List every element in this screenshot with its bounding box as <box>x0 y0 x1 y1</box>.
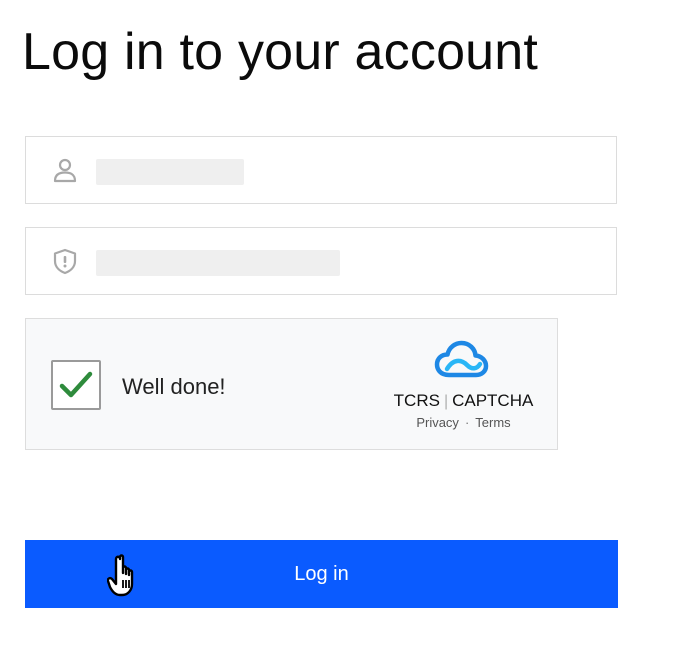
password-field[interactable] <box>25 227 617 295</box>
captcha-brand: TCRS | CAPTCHA <box>386 391 541 411</box>
captcha-checkbox[interactable] <box>51 360 101 410</box>
password-value-mask <box>96 250 340 276</box>
brand-divider: | <box>443 393 449 410</box>
shield-icon <box>53 248 77 275</box>
user-icon <box>53 158 77 183</box>
login-page: Log in to your account Well done! TCRS | C… <box>0 0 700 663</box>
link-separator: · <box>464 415 470 430</box>
captcha-brand-right: CAPTCHA <box>452 391 534 410</box>
hand-pointer-icon <box>107 554 134 597</box>
checkmark-icon <box>59 371 93 398</box>
username-field[interactable] <box>25 136 617 204</box>
captcha-status-text: Well done! <box>122 374 226 399</box>
privacy-link[interactable]: Privacy <box>416 415 459 430</box>
captcha-widget: Well done! TCRS | CAPTCHA Privacy · Terms <box>25 318 558 450</box>
page-title: Log in to your account <box>22 23 539 81</box>
captcha-brand-left: TCRS <box>393 391 440 410</box>
captcha-links: Privacy · Terms <box>386 415 541 430</box>
terms-link[interactable]: Terms <box>475 415 510 430</box>
cloud-icon <box>434 340 489 378</box>
username-value-mask <box>96 159 244 185</box>
